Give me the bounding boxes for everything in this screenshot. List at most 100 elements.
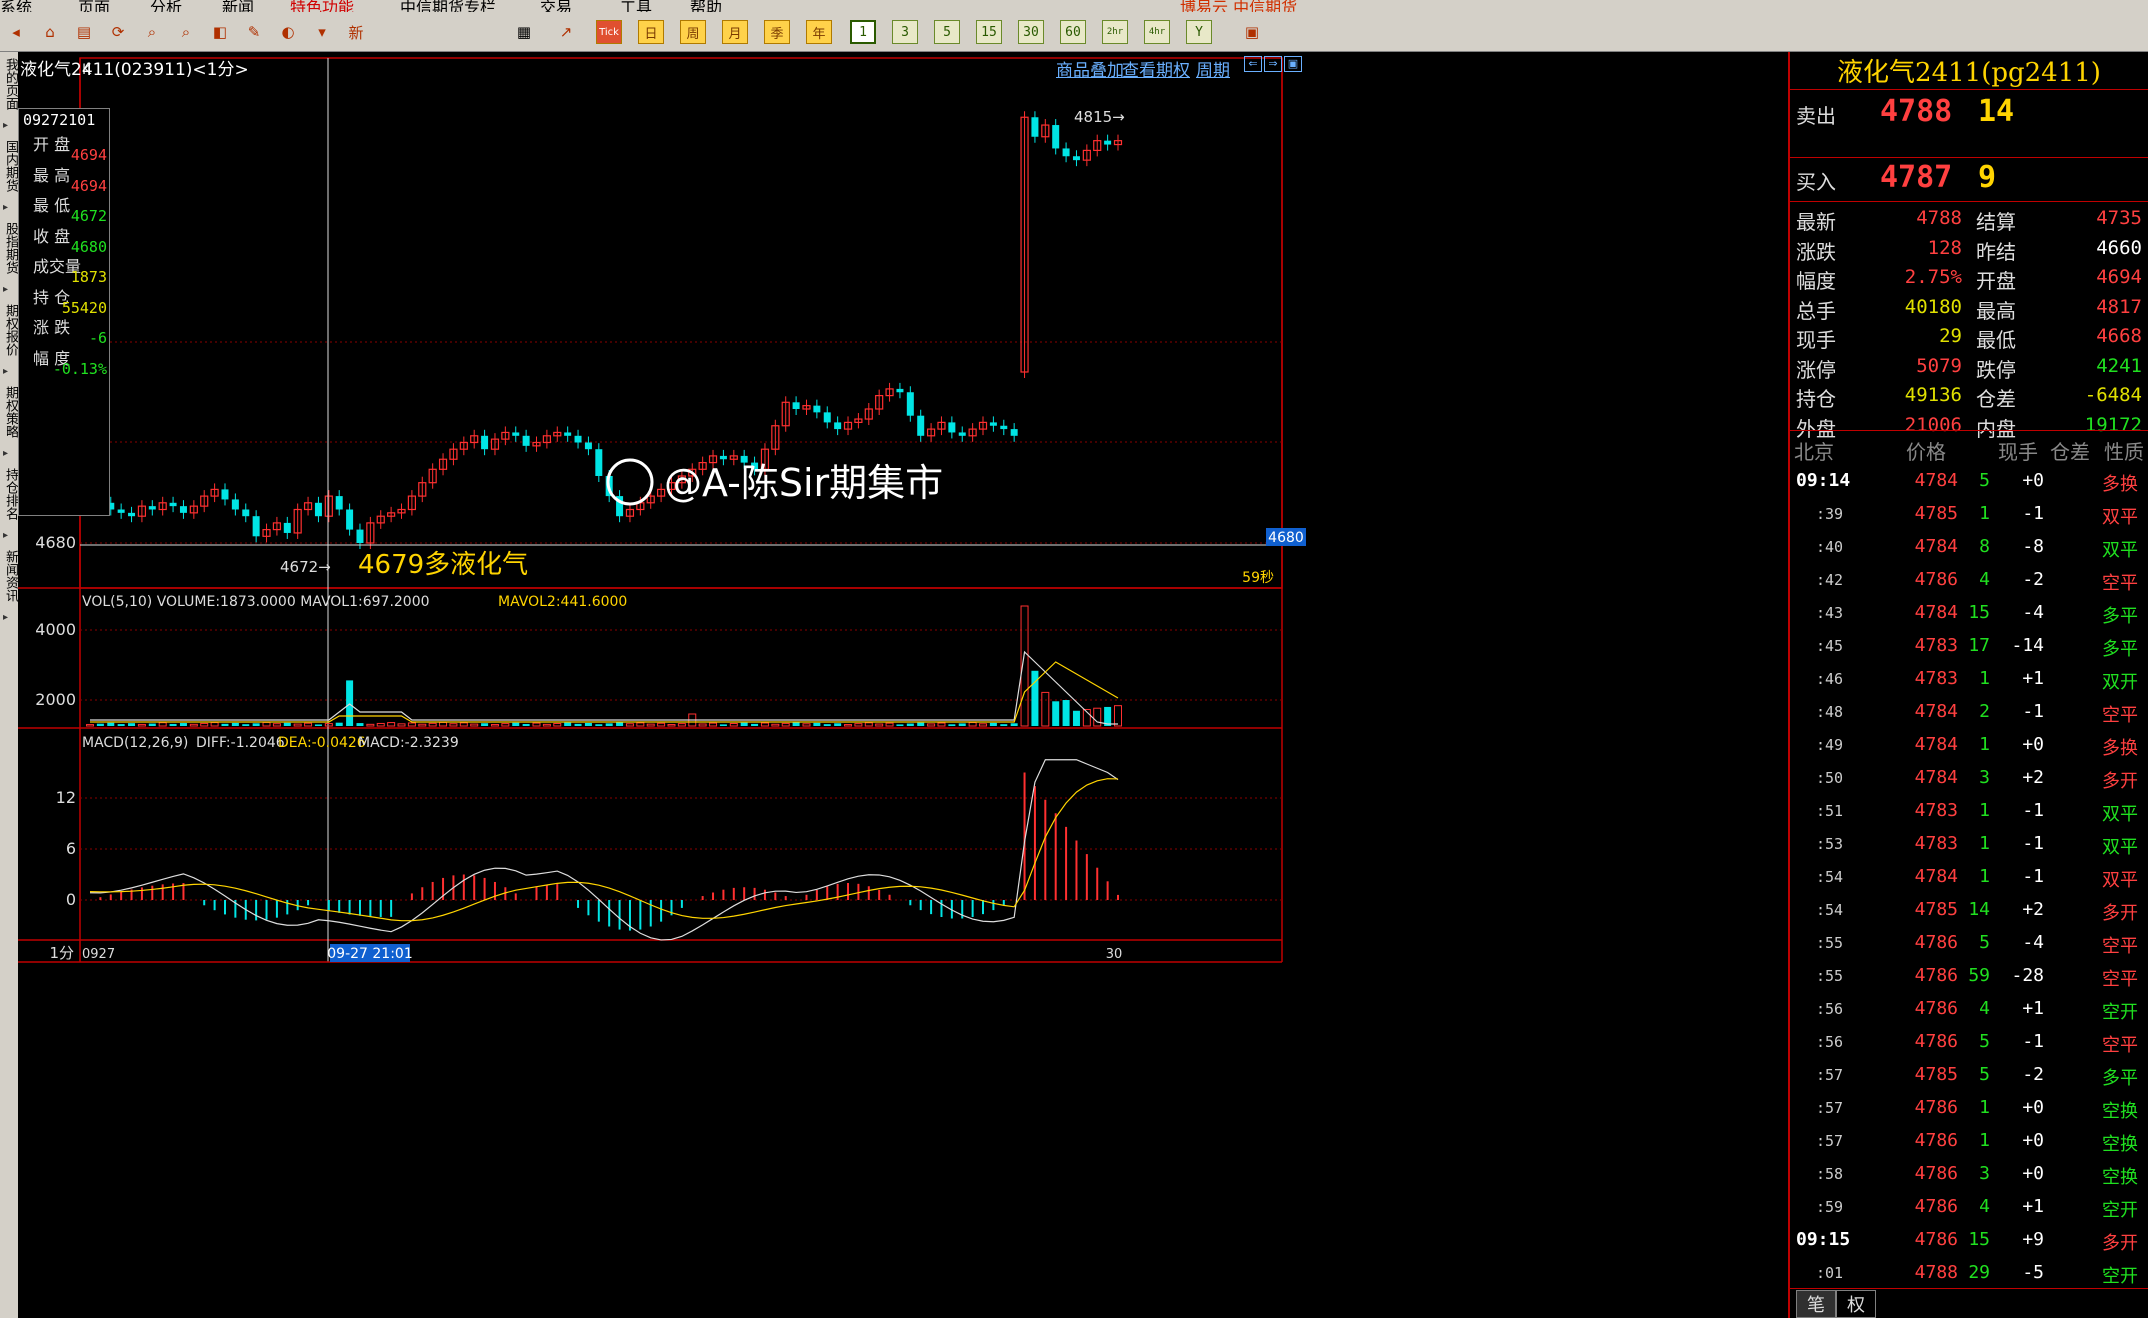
- tick-row[interactable]: :54 4785 14 +2 多开: [1790, 893, 2148, 926]
- volume-bar: [979, 723, 988, 727]
- tick-row[interactable]: :57 4786 1 +0 空换: [1790, 1124, 2148, 1157]
- tick-row[interactable]: :42 4786 4 -2 空平: [1790, 563, 2148, 596]
- left-tab-1[interactable]: 国内期货: [1, 140, 18, 192]
- filter-icon[interactable]: ▾: [310, 20, 334, 44]
- tick-row[interactable]: 09:14 4784 5 +0 多换: [1790, 464, 2148, 497]
- menu-item-3[interactable]: 新闻: [222, 0, 254, 12]
- volume-bar: [751, 723, 759, 726]
- left-tab-5[interactable]: 持仓排名: [1, 468, 18, 520]
- tick-row[interactable]: :56 4786 5 -1 空平: [1790, 1025, 2148, 1058]
- zoom-in-icon[interactable]: ⌕: [140, 20, 164, 44]
- tick-row[interactable]: :51 4783 1 -1 双平: [1790, 794, 2148, 827]
- period-60[interactable]: 60: [1060, 20, 1086, 44]
- menu-item-8[interactable]: 帮助: [690, 0, 722, 12]
- tab-rights[interactable]: 权: [1836, 1290, 1876, 1318]
- volume-bar: [107, 722, 115, 726]
- period-30[interactable]: 30: [1018, 20, 1044, 44]
- period-link[interactable]: 周期: [1196, 56, 1230, 81]
- timeframe-4[interactable]: 季: [764, 20, 790, 44]
- new-icon[interactable]: 新: [344, 20, 368, 44]
- volume-bar: [512, 722, 520, 726]
- tick-row[interactable]: :53 4783 1 -1 双平: [1790, 827, 2148, 860]
- window-icon[interactable]: ◧: [208, 20, 232, 44]
- tick-row[interactable]: :55 4786 59 -28 空平: [1790, 959, 2148, 992]
- tick-row[interactable]: :50 4784 3 +2 多开: [1790, 761, 2148, 794]
- refresh-icon[interactable]: ⟳: [106, 20, 130, 44]
- back-icon[interactable]: ◂: [4, 20, 28, 44]
- menu-item-4[interactable]: 特色功能: [290, 0, 354, 12]
- chart-area[interactable]: 474047104680K4815→4672→46804679多液化气59秒@A…: [18, 52, 1788, 1318]
- menu-item-7[interactable]: 工具: [620, 0, 652, 12]
- window-nav-buttons[interactable]: ⇐ ⇒ ▣: [1244, 56, 1302, 72]
- tick-row[interactable]: :45 4783 17 -14 多平: [1790, 629, 2148, 662]
- volume-bar: [958, 723, 966, 726]
- draw-icon[interactable]: ✎: [242, 20, 266, 44]
- left-tab-2[interactable]: 股指期货: [1, 222, 18, 274]
- tick-oi-change: -14: [2011, 635, 2044, 656]
- volume-bar: [625, 723, 634, 727]
- tick-row[interactable]: :57 4785 5 -2 多平: [1790, 1058, 2148, 1091]
- table-icon[interactable]: ▦: [512, 20, 536, 44]
- volume-bar: [481, 723, 489, 726]
- volume-bar: [449, 723, 458, 727]
- nav-left-icon[interactable]: ⇐: [1244, 56, 1262, 72]
- menu-item-0[interactable]: 系统: [0, 0, 32, 12]
- period-1[interactable]: 1: [850, 20, 876, 44]
- tick-row[interactable]: :48 4784 2 -1 空平: [1790, 695, 2148, 728]
- volume-bar: [605, 723, 613, 726]
- maximize-icon[interactable]: ▣: [1284, 56, 1302, 72]
- tick-row[interactable]: :57 4786 1 +0 空换: [1790, 1091, 2148, 1124]
- timeframe-3[interactable]: 月: [722, 20, 748, 44]
- left-tab-0[interactable]: 我的页面: [1, 58, 18, 110]
- news-icon[interactable]: ▤: [72, 20, 96, 44]
- tick-nature: 空平: [2102, 1035, 2138, 1056]
- left-tab-4[interactable]: 期权策略: [1, 386, 18, 438]
- tick-volume: 4: [1979, 569, 1990, 590]
- buy-price[interactable]: 4787: [1880, 160, 1952, 195]
- tick-row[interactable]: :56 4786 4 +1 空开: [1790, 992, 2148, 1025]
- tab-trades[interactable]: 笔: [1796, 1290, 1836, 1318]
- timeframe-0[interactable]: Tick: [596, 20, 622, 44]
- menu-item-6[interactable]: 交易: [540, 0, 572, 12]
- timeframe-2[interactable]: 周: [680, 20, 706, 44]
- tick-row[interactable]: :39 4785 1 -1 双平: [1790, 497, 2148, 530]
- tick-row[interactable]: :49 4784 1 +0 多换: [1790, 728, 2148, 761]
- menu-item-2[interactable]: 分析: [150, 0, 182, 12]
- volume-bar: [335, 722, 343, 726]
- period-3[interactable]: 3: [892, 20, 918, 44]
- tick-row[interactable]: :43 4784 15 -4 多平: [1790, 596, 2148, 629]
- tick-row[interactable]: :54 4784 1 -1 双平: [1790, 860, 2148, 893]
- tick-row[interactable]: :40 4784 8 -8 双平: [1790, 530, 2148, 563]
- tick-row[interactable]: :58 4786 3 +0 空换: [1790, 1157, 2148, 1190]
- tick-row[interactable]: 09:15 4786 15 +9 多开: [1790, 1223, 2148, 1256]
- period-Y[interactable]: Y: [1186, 20, 1212, 44]
- sell-price[interactable]: 4788: [1880, 94, 1952, 129]
- period-2hr[interactable]: 2hr: [1102, 20, 1128, 44]
- kline-chart[interactable]: 474047104680K4815→4672→46804679多液化气59秒@A…: [18, 52, 1788, 964]
- menu-item-1[interactable]: 页面: [78, 0, 110, 12]
- stat-value: 4788: [1916, 207, 1962, 229]
- color-icon[interactable]: ◐: [276, 20, 300, 44]
- home-icon[interactable]: ⌂: [38, 20, 62, 44]
- overlay-commodity-link[interactable]: 商品叠加: [1056, 56, 1124, 81]
- tick-row[interactable]: :55 4786 5 -4 空平: [1790, 926, 2148, 959]
- volume-mavol2: MAVOL2:441.6000: [498, 594, 627, 610]
- timeframe-1[interactable]: 日: [638, 20, 664, 44]
- calendar-icon[interactable]: ▣: [1240, 20, 1264, 44]
- chart-icon[interactable]: ↗: [554, 20, 578, 44]
- zoom-out-icon[interactable]: ⌕: [174, 20, 198, 44]
- period-15[interactable]: 15: [976, 20, 1002, 44]
- left-tab-6[interactable]: 新闻资讯: [1, 550, 18, 602]
- menu-item-5[interactable]: 中信期货专栏: [400, 0, 496, 12]
- timeframe-5[interactable]: 年: [806, 20, 832, 44]
- candle-body: [574, 435, 582, 443]
- nav-right-icon[interactable]: ⇒: [1264, 56, 1282, 72]
- left-tab-3[interactable]: 期权报价: [1, 304, 18, 356]
- period-5[interactable]: 5: [934, 20, 960, 44]
- tick-row[interactable]: :46 4783 1 +1 双开: [1790, 662, 2148, 695]
- tick-row[interactable]: :59 4786 4 +1 空开: [1790, 1190, 2148, 1223]
- tick-row[interactable]: :01 4788 29 -5 空开: [1790, 1256, 2148, 1289]
- view-options-link[interactable]: 查看期权: [1122, 56, 1190, 81]
- volume-bar: [989, 722, 997, 726]
- period-4hr[interactable]: 4hr: [1144, 20, 1170, 44]
